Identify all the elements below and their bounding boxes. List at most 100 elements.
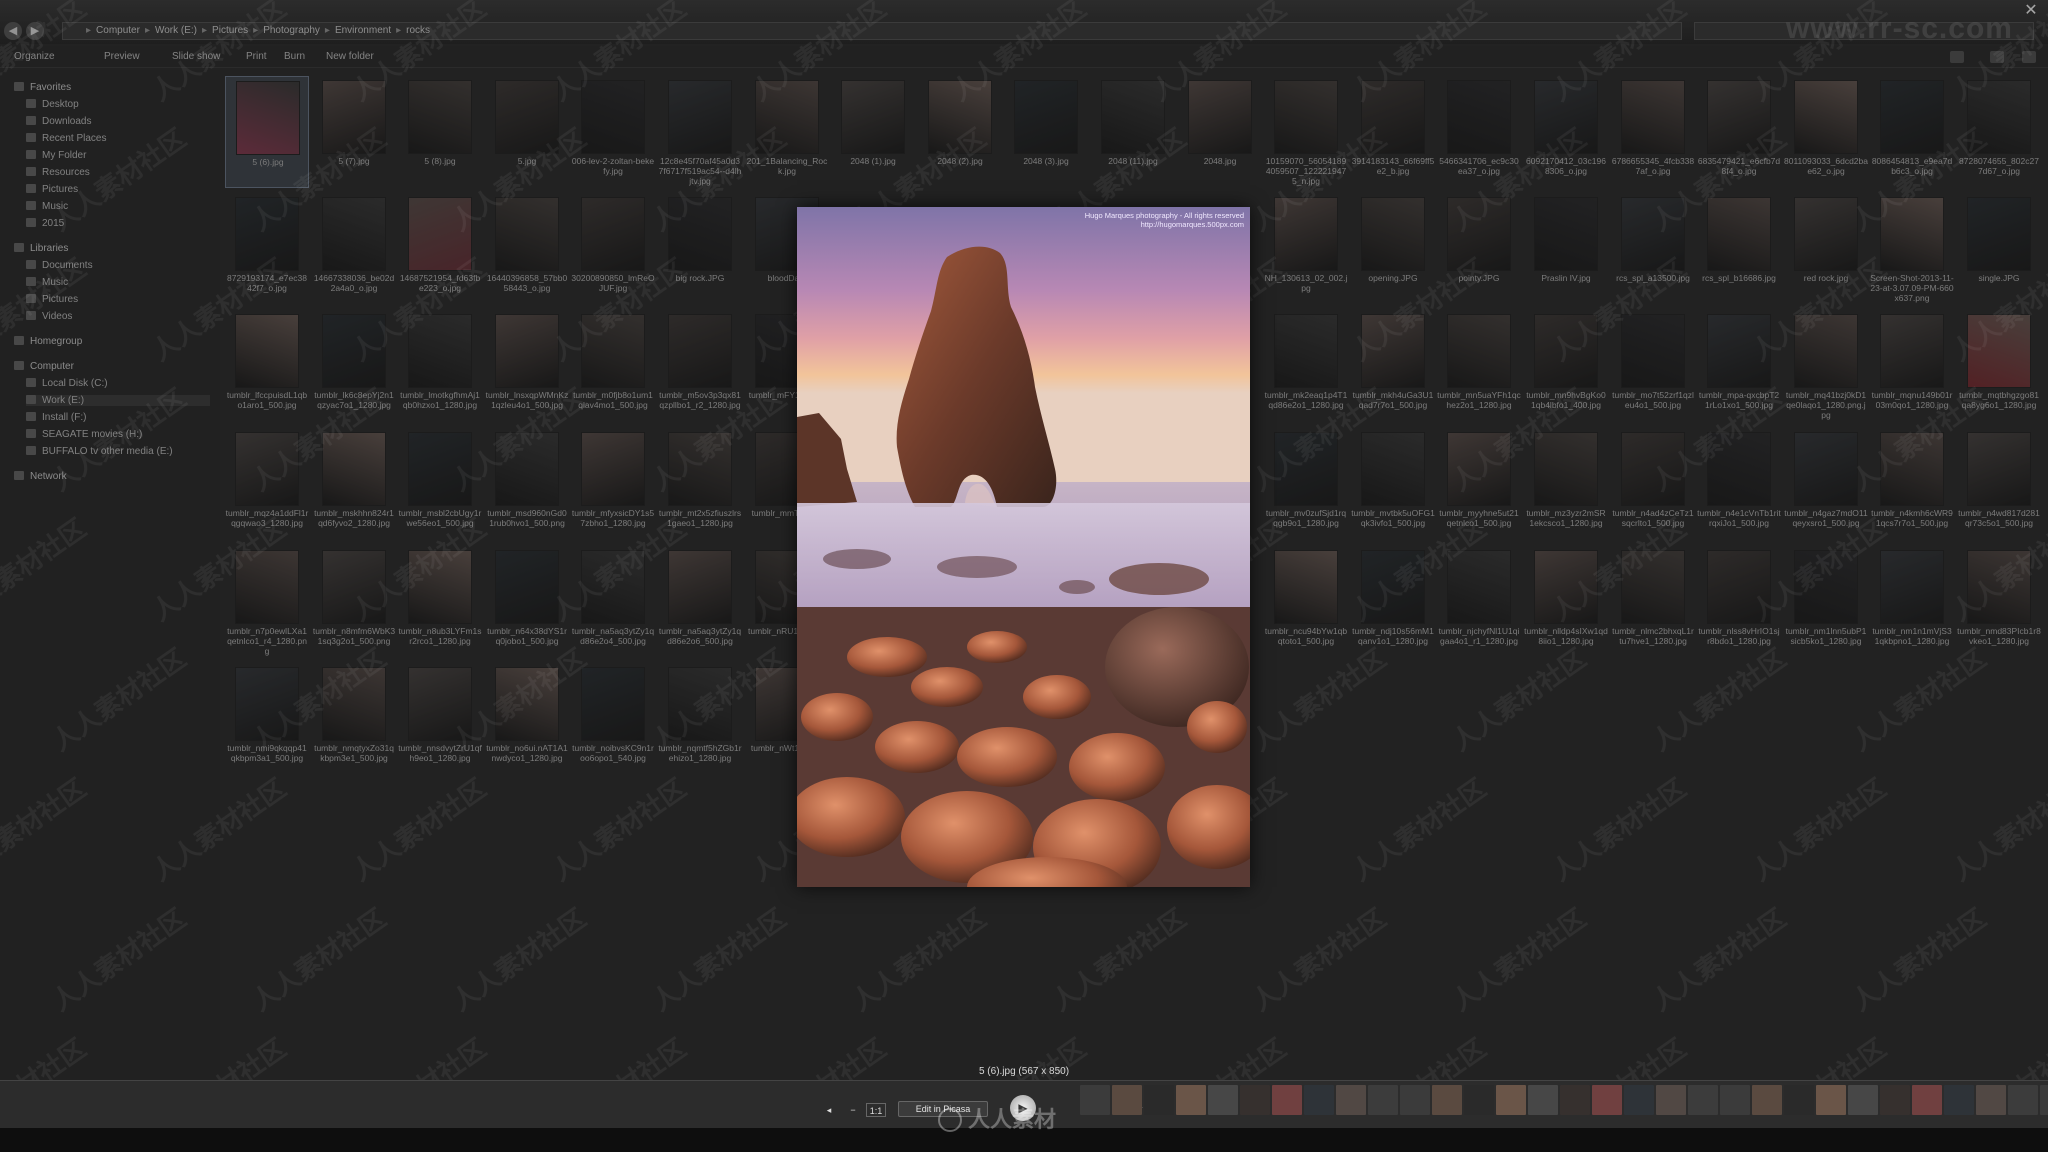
previous-icon[interactable]: ◂ [822,1103,836,1117]
filmstrip-thumbnail[interactable] [1976,1085,2006,1115]
sidebar-item-homegroup[interactable]: Homegroup [14,336,210,347]
thumbnail-item[interactable]: tumblr_mpa-qxcbpT21rLo1xo1_500.jpg [1697,310,1781,422]
sidebar-item-music[interactable]: Music [26,201,210,212]
thumbnail-item[interactable]: tumblr_m0fjb8o1um1qlav4mo1_500.jpg [571,310,655,422]
thumbnail-item[interactable]: Praslin IV.jpg [1524,193,1608,305]
thumbnail-item[interactable]: tumblr_mq41bzj0kD1qe0laqo1_1280.png.jpg [1784,310,1868,422]
filmstrip-thumbnail[interactable] [1656,1085,1686,1115]
actual-size-button[interactable]: 1:1 [866,1103,886,1117]
thumbnail-item[interactable]: tumblr_n7p0ewlLXa1qetnlco1_r4_1280.png [225,546,309,658]
sidebar-item-downloads[interactable]: Downloads [26,116,210,127]
thumbnail-item[interactable]: tumblr_na5aq3ytZy1qd86e2o4_500.jpg [571,546,655,658]
sidebar-item-pictures[interactable]: Pictures [26,184,210,195]
sidebar-item-work-e-[interactable]: Work (E:) [26,395,210,406]
filmstrip-thumbnail[interactable] [2040,1085,2048,1115]
thumbnail-item[interactable]: tumblr_lfccpuisdL1qbo1aro1_500.jpg [225,310,309,422]
thumbnail-item[interactable]: tumblr_n8mfm6WbK31sq3g2o1_500.png [312,546,396,658]
thumbnail-item[interactable]: tumblr_noibvsKC9n1roo6opo1_540.jpg [571,663,655,775]
thumbnail-item[interactable]: rcs_spl_a13500.jpg [1611,193,1695,305]
filmstrip-thumbnail[interactable] [1272,1085,1302,1115]
toolbar-burn-button[interactable]: Burn [284,51,305,62]
thumbnail-item[interactable]: tumblr_mfyxsicDY1s57zbho1_1280.jpg [571,428,655,540]
thumbnail-item[interactable]: tumblr_mkh4uGa3U1qad7r7o1_500.jpg [1351,310,1435,422]
filmstrip-thumbnail[interactable] [1848,1085,1878,1115]
sidebar-item-videos[interactable]: Videos [26,311,210,322]
thumbnail-item[interactable]: opening.JPG [1351,193,1435,305]
thumbnail-item[interactable]: tumblr_ncu94bYw1qbqtoto1_500.jpg [1264,546,1348,658]
filmstrip-thumbnail[interactable] [1208,1085,1238,1115]
breadcrumb-item[interactable]: Work (E:) [155,25,197,36]
thumbnail-item[interactable]: big rock.JPG [658,193,742,305]
thumbnail-item[interactable]: tumblr_mn9hvBgKo01qb4lbfo1_400.jpg [1524,310,1608,422]
thumbnail-item[interactable]: tumblr_n8ub3LYFm1sr2rco1_1280.jpg [398,546,482,658]
toolbar-preview-button[interactable]: Preview [104,51,140,62]
thumbnail-item[interactable]: 8086454813_e9ea7db6c3_o.jpg [1870,76,1954,188]
filmstrip-thumbnail[interactable] [1400,1085,1430,1115]
filmstrip-thumbnail[interactable] [1112,1085,1142,1115]
filmstrip-thumbnail[interactable] [1880,1085,1910,1115]
thumbnail-item[interactable]: 14667338036_be02d2a4a0_o.jpg [312,193,396,305]
thumbnail-item[interactable]: tumblr_n4wd817d281qr73c5o1_500.jpg [1957,428,2041,540]
thumbnail-item[interactable]: tumblr_mvtbk5uOFG1qk3ivfo1_500.jpg [1351,428,1435,540]
sidebar-item-network[interactable]: Network [14,471,210,482]
thumbnail-item[interactable]: tumblr_nlmc2bhxqL1rtu7hve1_1280.jpg [1611,546,1695,658]
thumbnail-item[interactable]: tumblr_lmotkgfhmAj1qb0hzxo1_1280.jpg [398,310,482,422]
filmstrip-thumbnail[interactable] [1464,1085,1494,1115]
thumbnail-item[interactable]: tumblr_ndj10s56mM1qanv1o1_1280.jpg [1351,546,1435,658]
thumbnail-item[interactable]: 5 (8).jpg [398,76,482,188]
thumbnail-item[interactable]: tumblr_lnsxqpWMnKz1qzleu4o1_500.jpg [485,310,569,422]
thumbnail-item[interactable]: tumblr_nqmtf5hZGb1rehizo1_1280.jpg [658,663,742,775]
thumbnail-item[interactable]: pointy.JPG [1437,193,1521,305]
thumbnail-item[interactable]: tumblr_nmd83PIcb1r8vkeo1_1280.jpg [1957,546,2041,658]
breadcrumb-item[interactable]: Pictures [212,25,248,36]
thumbnail-item[interactable]: tumblr_mk2eaq1p4T1qd86e2o1_1280.jpg [1264,310,1348,422]
thumbnail-item[interactable]: tumblr_no6ui.nAT1A1nwdyco1_1280.jpg [485,663,569,775]
thumbnail-item[interactable]: single.JPG [1957,193,2041,305]
thumbnail-item[interactable]: 6092170412_03c1968306_o.jpg [1524,76,1608,188]
filmstrip-thumbnail[interactable] [2008,1085,2038,1115]
thumbnail-item[interactable]: tumblr_nm1lnn5ubP1sicb5ko1_1280.jpg [1784,546,1868,658]
sidebar-item-favorites[interactable]: Favorites [14,82,210,93]
toolbar-organize-button[interactable]: Organize [14,51,55,62]
breadcrumb-item[interactable]: Photography [263,25,320,36]
sidebar-item-2015[interactable]: 2015 [26,218,210,229]
sidebar-item-computer[interactable]: Computer [14,361,210,372]
filmstrip-thumbnail[interactable] [1784,1085,1814,1115]
help-icon[interactable] [2022,51,2036,63]
thumbnail-item[interactable]: Screen-Shot-2013-11-23-at-3.07.09-PM-660… [1870,193,1954,305]
thumbnail-item[interactable]: tumblr_nmqtyxZo31qkbpm3e1_500.jpg [312,663,396,775]
thumbnail-item[interactable]: tumblr_mskhhn824r1qd6fyvo2_1280.jpg [312,428,396,540]
thumbnail-item[interactable]: tumblr_myyhne5ut21qetnlco1_500.jpg [1437,428,1521,540]
thumbnail-item[interactable]: 2048 (3).jpg [1004,76,1088,188]
filmstrip-thumbnail[interactable] [1176,1085,1206,1115]
filmstrip-thumbnail[interactable] [1688,1085,1718,1115]
close-button[interactable]: ✕ [2020,2,2042,20]
address-bar[interactable]: ▸ Computer ▸ Work (E:) ▸ Pictures ▸ Photography… [62,22,1682,40]
breadcrumb-item[interactable]: Environment [335,25,391,36]
filmstrip-thumbnail[interactable] [1528,1085,1558,1115]
sidebar-item-recent-places[interactable]: Recent Places [26,133,210,144]
filmstrip[interactable] [1080,1085,2048,1115]
sidebar-item-buffalo-tv-other-media-e-[interactable]: BUFFALO tv other media (E:) [26,446,210,457]
thumbnail-item[interactable]: 5.jpg [485,76,569,188]
thumbnail-item[interactable]: tumblr_mz3yzr2mSR1ekcsco1_1280.jpg [1524,428,1608,540]
thumbnail-item[interactable]: rcs_spl_b16686.jpg [1697,193,1781,305]
filmstrip-thumbnail[interactable] [1592,1085,1622,1115]
filmstrip-thumbnail[interactable] [1368,1085,1398,1115]
thumbnail-item[interactable]: 5 (6).jpg [225,76,309,188]
thumbnail-item[interactable]: 8728074655_802c277d67_o.jpg [1957,76,2041,188]
thumbnail-item[interactable]: 6786655345_4fcb3387af_o.jpg [1611,76,1695,188]
breadcrumb-item[interactable]: Computer [96,25,140,36]
thumbnail-item[interactable]: 006-lev-2-zoltan-bekefy.jpg [571,76,655,188]
thumbnail-item[interactable]: tumblr_n4ad4zCeTz1sqcrlto1_500.jpg [1611,428,1695,540]
filmstrip-thumbnail[interactable] [1240,1085,1270,1115]
sidebar-item-seagate-movies-h-[interactable]: SEAGATE movies (H:) [26,429,210,440]
thumbnail-item[interactable]: tumblr_msd960nGd01rub0hvo1_500.png [485,428,569,540]
thumbnail-item[interactable]: 2048 (11).jpg [1091,76,1175,188]
thumbnail-item[interactable]: tumblr_nnsdvytZrU1qfh9eo1_1280.jpg [398,663,482,775]
thumbnail-item[interactable]: 10159070_560541894059507_1222219475_n.jp… [1264,76,1348,188]
filmstrip-thumbnail[interactable] [1752,1085,1782,1115]
thumbnail-item[interactable]: 2048 (2).jpg [918,76,1002,188]
thumbnail-item[interactable]: tumblr_m5ov3p3qx81qzpllbo1_r2_1280.jpg [658,310,742,422]
filmstrip-thumbnail[interactable] [1304,1085,1334,1115]
